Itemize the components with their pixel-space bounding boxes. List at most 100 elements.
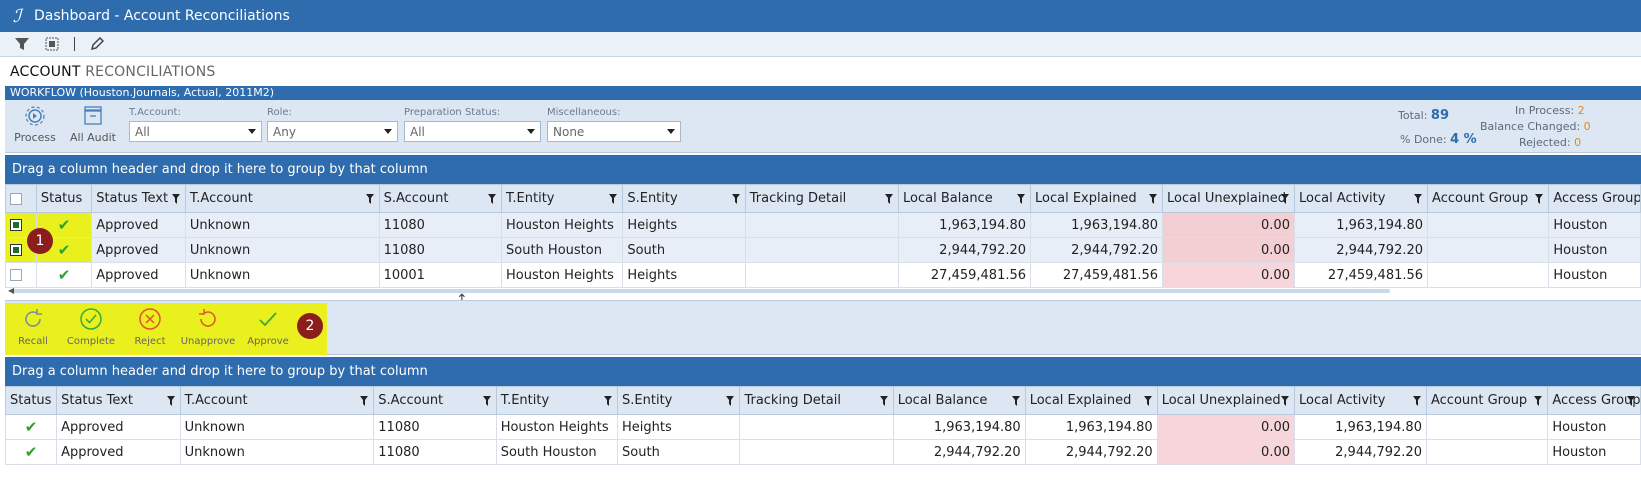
select-all-icon[interactable] <box>44 36 60 52</box>
column-filter-icon[interactable] <box>488 194 496 204</box>
unapprove-button[interactable]: Unapprove <box>180 307 236 347</box>
column-filter-icon[interactable] <box>365 194 374 204</box>
column-header-local-unexplained[interactable]: Local Unexplained <box>1162 184 1295 213</box>
column-header-s-entity[interactable]: S.Entity <box>617 386 741 415</box>
column-header-tracking-detail[interactable]: Tracking Detail <box>739 386 894 415</box>
column-header-status-text[interactable]: Status Text <box>91 184 186 213</box>
column-filter-icon[interactable] <box>879 396 888 406</box>
local-activity-cell: 2,944,792.20 <box>1293 237 1429 263</box>
tracking-detail-cell <box>739 414 894 440</box>
column-header-local-explained[interactable]: Local Explained <box>1024 386 1158 415</box>
column-filter-icon[interactable] <box>1011 396 1020 406</box>
column-header-local-balance[interactable]: Local Balance <box>892 386 1026 415</box>
column-header-status-text[interactable]: Status Text <box>56 386 181 415</box>
table-row[interactable]: ✔ Approved Unknown 10001 Houston Heights… <box>5 262 1641 288</box>
column-filter-icon[interactable] <box>360 396 369 406</box>
rejected-stat: Rejected: 0 <box>1519 136 1581 149</box>
column-label: Local Activity <box>1299 393 1386 408</box>
column-filter-icon[interactable] <box>1149 194 1157 204</box>
t-account-filter: T.Account: All <box>129 107 262 142</box>
column-header-access-group[interactable]: Access Group <box>1547 386 1641 415</box>
column-header-tracking-detail[interactable]: Tracking Detail <box>744 184 900 213</box>
column-filter-icon[interactable] <box>1017 194 1026 204</box>
select-all-header[interactable] <box>5 184 37 213</box>
approve-button[interactable]: Approve <box>240 307 296 347</box>
column-filter-icon[interactable] <box>1414 194 1423 204</box>
edit-icon[interactable] <box>89 36 105 52</box>
column-filter-icon[interactable] <box>885 194 894 204</box>
column-filter-icon[interactable] <box>1627 396 1635 406</box>
row-select-cell[interactable] <box>5 262 37 288</box>
column-header-local-balance[interactable]: Local Balance <box>898 184 1032 213</box>
column-header-status[interactable]: Status <box>35 184 93 213</box>
column-filter-icon[interactable] <box>166 396 175 406</box>
column-filter-icon[interactable] <box>1281 396 1289 406</box>
horizontal-scrollbar[interactable] <box>14 289 1390 293</box>
column-header-t-account[interactable]: T.Account <box>179 386 375 415</box>
column-header-access-group[interactable]: Access Group <box>1548 184 1641 213</box>
column-header-s-account[interactable]: S.Account <box>373 386 497 415</box>
unapprove-icon <box>199 309 216 327</box>
filter-icon[interactable] <box>14 36 30 52</box>
column-header-status[interactable]: Status <box>4 386 58 415</box>
reject-icon <box>139 308 161 330</box>
row-checkbox[interactable] <box>10 269 22 281</box>
column-header-account-group[interactable]: Account Group <box>1427 184 1550 213</box>
prep-status-select[interactable]: All <box>404 121 541 142</box>
process-button[interactable]: Process <box>5 105 65 151</box>
role-select[interactable]: Any <box>267 121 398 142</box>
table-row[interactable]: ✔ Approved Unknown 11080 Houston Heights… <box>5 212 1641 238</box>
column-header-local-activity[interactable]: Local Activity <box>1294 386 1427 415</box>
column-filter-icon[interactable] <box>1280 194 1289 204</box>
total-label: Total: <box>1398 109 1428 122</box>
column-label: Local Balance <box>897 393 988 408</box>
all-audit-button[interactable]: All Audit <box>63 105 123 151</box>
column-filter-icon[interactable] <box>726 396 735 406</box>
column-filter-icon[interactable] <box>609 194 618 204</box>
t-account-select[interactable]: All <box>129 121 262 142</box>
table-row[interactable]: ✔ Approved Unknown 11080 South Houston S… <box>4 439 1641 465</box>
column-filter-icon[interactable] <box>731 194 740 204</box>
column-filter-icon[interactable] <box>171 194 180 204</box>
column-header-local-explained[interactable]: Local Explained <box>1030 184 1163 213</box>
complete-button[interactable]: Complete <box>63 307 119 347</box>
complete-label: Complete <box>66 336 116 347</box>
misc-filter: Miscellaneous: None <box>547 107 681 142</box>
local-unexplained-cell: 0.00 <box>1162 212 1295 238</box>
s-account-cell: 11080 <box>373 414 497 440</box>
reject-button[interactable]: Reject <box>122 307 178 347</box>
group-by-panel-bottom[interactable]: Drag a column header and drop it here to… <box>5 357 1641 386</box>
table-row[interactable]: ✔ Approved Unknown 11080 South Houston S… <box>5 237 1641 263</box>
column-label: Account Group <box>1430 393 1528 408</box>
group-by-panel-top[interactable]: Drag a column header and drop it here to… <box>5 155 1641 184</box>
row-checkbox[interactable] <box>10 219 22 231</box>
column-header-s-entity[interactable]: S.Entity <box>622 184 746 213</box>
total-stat: Total: 89 <box>1398 108 1449 123</box>
column-header-t-account[interactable]: T.Account <box>184 184 380 213</box>
column-filter-icon[interactable] <box>1534 396 1543 406</box>
column-header-account-group[interactable]: Account Group <box>1425 386 1549 415</box>
misc-select[interactable]: None <box>547 121 681 142</box>
status-text-cell: Approved <box>56 414 181 440</box>
select-all-checkbox[interactable] <box>10 192 22 205</box>
table-row[interactable]: ✔ Approved Unknown 11080 Houston Heights… <box>4 414 1641 440</box>
column-filter-icon[interactable] <box>1143 396 1152 406</box>
row-checkbox[interactable] <box>10 244 22 256</box>
column-filter-icon[interactable] <box>482 396 491 406</box>
column-filter-icon[interactable] <box>1535 194 1544 204</box>
column-filter-icon[interactable] <box>604 396 613 406</box>
column-header-local-activity[interactable]: Local Activity <box>1293 184 1429 213</box>
column-filter-icon[interactable] <box>1412 396 1421 406</box>
column-header-s-account[interactable]: S.Account <box>378 184 503 213</box>
status-cell: ✔ <box>35 262 93 288</box>
recall-button[interactable]: Recall <box>5 307 61 347</box>
local-balance-cell: 27,459,481.56 <box>898 262 1032 288</box>
page-title-secondary: RECONCILIATIONS <box>85 64 216 80</box>
column-header-local-unexplained[interactable]: Local Unexplained <box>1156 386 1296 415</box>
toolbar-separator <box>74 37 75 51</box>
column-header-t-entity[interactable]: T.Entity <box>500 184 624 213</box>
approved-check-icon: ✔ <box>57 241 71 259</box>
local-balance-cell: 1,963,194.80 <box>898 212 1032 238</box>
column-header-t-entity[interactable]: T.Entity <box>495 386 619 415</box>
t-account-cell: Unknown <box>184 237 380 263</box>
